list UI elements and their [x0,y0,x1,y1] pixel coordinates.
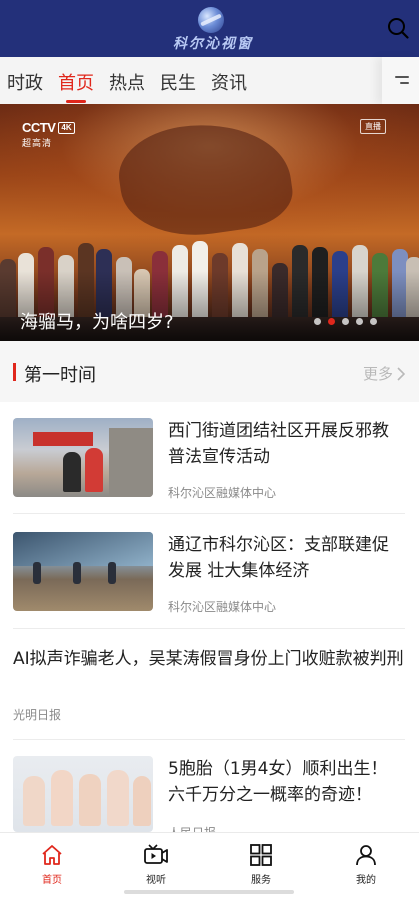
nav-profile-label: 我的 [356,875,376,886]
section-accent-bar [13,363,16,381]
app-header: 科尔沁视窗 [0,0,419,57]
news-item[interactable]: AI拟声诈骗老人，吴某涛假冒身份上门收赃款被判刑 光明日报 [0,629,419,739]
news-item[interactable]: 5胞胎（1男4女）顺利出生！六千万分之一概率的奇迹！ 人民日报 [0,740,419,840]
news-title: 西门街道团结社区开展反邪教普法宣传活动 [168,421,389,467]
divider [13,513,405,514]
bottom-navigation: 首页 视听 服务 我的 [0,832,419,897]
channel-tabs: 时政 首页 热点 民生 资讯 [0,57,419,104]
nav-profile[interactable]: 我的 [331,843,401,886]
app-logo: 科尔沁视窗 [170,6,256,52]
cctv-4k-badge: 4K [58,121,75,134]
news-source: 科尔沁区融媒体中心 [168,486,277,500]
search-icon [388,18,409,39]
cctv-logo: CCTV [22,120,56,135]
tab-home[interactable]: 首页 [58,69,94,95]
tab-zixun[interactable]: 资讯 [211,69,247,95]
channel-menu-button[interactable] [382,57,419,104]
news-item[interactable]: 西门街道团结社区开展反邪教普法宣传活动 科尔沁区融媒体中心 [0,402,419,516]
home-indicator [124,890,294,894]
section-title: 第一时间 [24,365,96,386]
carousel-dot[interactable] [342,318,349,325]
carousel-dot[interactable] [314,318,321,325]
news-source: 科尔沁区融媒体中心 [168,600,277,614]
home-icon [42,845,62,865]
banner-caption[interactable]: 海骝马，为啥四岁? [20,308,174,334]
news-title: AI拟声诈骗老人，吴某涛假冒身份上门收赃款被判刑 [13,649,404,669]
carousel-dot[interactable] [356,318,363,325]
active-tab-indicator [66,100,86,103]
search-button[interactable] [387,17,409,39]
chevron-right-icon [397,366,405,381]
tab-minsheng[interactable]: 民生 [160,69,196,95]
globe-logo-icon [198,7,224,33]
more-link[interactable]: 更多 [363,363,405,384]
more-label: 更多 [362,365,393,383]
logo-text: 科尔沁视窗 [173,36,253,52]
carousel-dot-active[interactable] [328,318,335,325]
carousel-dots [314,318,377,325]
carousel-dot[interactable] [370,318,377,325]
news-title: 通辽市科尔沁区：支部联建促发展 壮大集体经济 [168,535,389,581]
news-source: 光明日报 [13,708,62,722]
nav-services-label: 服务 [251,875,271,886]
nav-video[interactable]: 视听 [121,843,191,886]
news-thumbnail [13,418,153,497]
tab-shizheng[interactable]: 时政 [7,69,43,95]
news-thumbnail [13,532,153,611]
live-badge: 直播 [360,119,386,134]
nav-home-label: 首页 [42,875,62,886]
video-icon [144,844,168,864]
nav-home[interactable]: 首页 [17,843,87,886]
news-thumbnail [13,756,153,832]
nav-services[interactable]: 服务 [226,843,296,886]
cctv-uhd-label: 超高清 [22,139,53,149]
news-title: 5胞胎（1男4女）顺利出生！六千万分之一概率的奇迹！ [168,759,388,805]
nav-video-label: 视听 [146,875,166,886]
grid-icon [250,844,272,866]
banner-carousel[interactable]: CCTV 4K 超高清 直播 海骝马，为啥四岁? [0,104,419,341]
tab-redian[interactable]: 热点 [109,69,145,95]
user-icon [356,845,376,866]
cctv-watermark: CCTV 4K 超高清 [22,120,80,149]
news-item[interactable]: 通辽市科尔沁区：支部联建促发展 壮大集体经济 科尔沁区融媒体中心 [0,516,419,629]
